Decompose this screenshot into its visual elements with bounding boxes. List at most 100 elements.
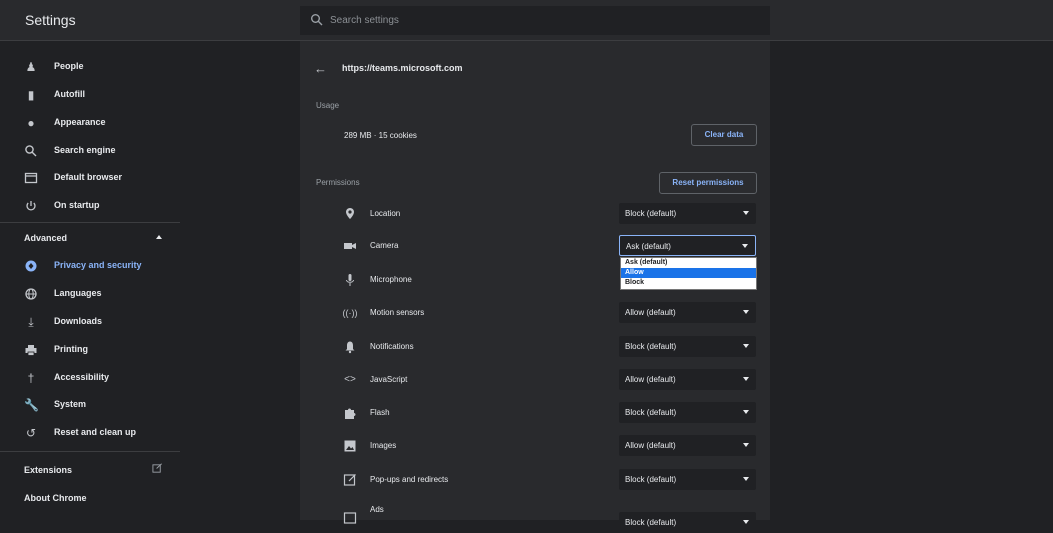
dropdown-option[interactable]: Ask (default) — [621, 258, 756, 268]
dropdown-option[interactable]: Block — [621, 278, 756, 288]
chevron-down-icon — [743, 477, 749, 481]
palette-icon: ● — [27, 116, 35, 130]
sidebar-item-label: Privacy and security — [54, 260, 142, 270]
site-url: https://teams.microsoft.com — [342, 63, 463, 73]
ads-select[interactable]: Block (default) — [619, 512, 756, 533]
location-select[interactable]: Block (default) — [619, 203, 756, 224]
sidebar-item-languages[interactable]: Languages — [0, 281, 180, 307]
sidebar-item-label: Appearance — [54, 117, 106, 127]
chevron-down-icon — [742, 244, 748, 248]
sidebar-item-search-engine[interactable]: Search engine — [0, 138, 180, 164]
sidebar-item-about[interactable]: About Chrome — [0, 485, 180, 511]
chevron-down-icon — [743, 310, 749, 314]
sidebar-item-printing[interactable]: Printing — [0, 337, 180, 363]
bell-icon — [345, 341, 355, 354]
popup-icon — [343, 474, 356, 486]
notifications-select[interactable]: Block (default) — [619, 336, 756, 357]
download-icon: ⤓ — [28, 315, 34, 329]
advanced-toggle[interactable]: Advanced — [0, 225, 180, 251]
select-value: Block (default) — [625, 342, 677, 351]
printer-icon — [25, 345, 37, 356]
permission-row-javascript: <> JavaScript Allow (default) — [300, 367, 770, 393]
select-value: Allow (default) — [625, 308, 676, 317]
sidebar-item-people[interactable]: ♟ People — [0, 54, 180, 80]
select-value: Allow (default) — [625, 375, 676, 384]
site-settings-panel: ← https://teams.microsoft.com Usage 289 … — [300, 41, 770, 533]
permissions-heading: Permissions — [316, 178, 360, 187]
chevron-down-icon — [743, 443, 749, 447]
permission-label: Microphone — [370, 275, 412, 284]
ads-icon — [343, 512, 357, 524]
chevron-down-icon — [743, 520, 749, 524]
permission-row-location: Location Block (default) — [300, 201, 770, 227]
search-icon — [311, 14, 323, 26]
permission-row-images: Images Allow (default) — [300, 433, 770, 459]
sidebar-divider — [0, 451, 180, 452]
sidebar-item-default-browser[interactable]: Default browser — [0, 165, 180, 191]
globe-icon — [25, 288, 37, 300]
sidebar-item-autofill[interactable]: ▮ Autofill — [0, 82, 180, 108]
motion-sensors-select[interactable]: Allow (default) — [619, 302, 756, 323]
search-icon — [25, 145, 37, 157]
chevron-up-icon — [156, 235, 162, 239]
back-arrow-icon[interactable]: ← — [314, 61, 327, 76]
wrench-icon: 🔧 — [24, 398, 39, 412]
permission-label: Notifications — [370, 342, 414, 351]
permission-label: Motion sensors — [370, 308, 425, 317]
reset-permissions-button[interactable]: Reset permissions — [659, 172, 757, 194]
camera-select[interactable]: Ask (default) — [619, 235, 756, 256]
permission-row-flash: Flash Block (default) — [300, 400, 770, 426]
usage-heading: Usage — [316, 101, 340, 110]
permission-row-popups: Pop-ups and redirects Block (default) — [300, 467, 770, 493]
sidebar-item-extensions[interactable]: Extensions — [0, 457, 180, 483]
image-icon — [344, 440, 356, 452]
flash-select[interactable]: Block (default) — [619, 402, 756, 423]
chevron-down-icon — [743, 377, 749, 381]
chevron-down-icon — [743, 211, 749, 215]
sidebar-item-downloads[interactable]: ⤓ Downloads — [0, 309, 180, 335]
chevron-down-icon — [743, 344, 749, 348]
sidebar-item-label: Accessibility — [54, 372, 110, 382]
sidebar-item-appearance[interactable]: ● Appearance — [0, 110, 180, 136]
select-value: Block (default) — [625, 408, 677, 417]
puzzle-icon — [345, 408, 356, 419]
select-value: Block (default) — [625, 209, 677, 218]
usage-text: 289 MB · 15 cookies — [344, 131, 417, 140]
sidebar-item-label: Autofill — [54, 89, 85, 99]
person-icon: ♟ — [25, 60, 37, 74]
permission-label: Images — [370, 441, 397, 450]
sidebar-divider — [0, 222, 180, 223]
sidebar-item-label: Languages — [54, 288, 102, 298]
sidebar-item-system[interactable]: 🔧 System — [0, 392, 180, 418]
camera-dropdown-list: Ask (default) Allow Block — [620, 257, 757, 290]
power-icon — [26, 201, 36, 211]
sidebar-item-accessibility[interactable]: † Accessibility — [0, 365, 180, 391]
select-value: Block (default) — [625, 518, 677, 527]
select-value: Ask (default) — [626, 242, 671, 251]
permission-row-notifications: Notifications Block (default) — [300, 334, 770, 360]
sidebar-item-label: System — [54, 399, 87, 409]
sidebar: ♟ People ▮ Autofill ● Appearance Search … — [0, 41, 180, 520]
search-box[interactable] — [300, 6, 770, 35]
permission-row-motion-sensors: ((·)) Motion sensors Allow (default) — [300, 300, 770, 326]
sidebar-item-label: People — [54, 61, 84, 71]
permission-label: Ads — [370, 505, 384, 514]
clipboard-icon: ▮ — [27, 88, 35, 102]
microphone-icon — [346, 274, 354, 286]
permission-label: Pop-ups and redirects — [370, 475, 449, 484]
extensions-label: Extensions — [24, 465, 73, 475]
images-select[interactable]: Allow (default) — [619, 435, 756, 456]
dropdown-option[interactable]: Allow — [621, 268, 756, 278]
sidebar-item-privacy[interactable]: Privacy and security — [0, 253, 180, 279]
search-input[interactable] — [330, 10, 750, 30]
sidebar-item-label: Default browser — [54, 172, 123, 182]
javascript-select[interactable]: Allow (default) — [619, 369, 756, 390]
permission-label: Camera — [370, 241, 399, 250]
clear-data-button[interactable]: Clear data — [691, 124, 757, 146]
advanced-label: Advanced — [24, 233, 68, 243]
sidebar-item-label: Search engine — [54, 145, 116, 155]
sidebar-item-on-startup[interactable]: On startup — [0, 193, 180, 219]
popups-select[interactable]: Block (default) — [619, 469, 756, 490]
shield-icon — [25, 260, 37, 272]
sidebar-item-reset[interactable]: ↺ Reset and clean up — [0, 420, 180, 446]
